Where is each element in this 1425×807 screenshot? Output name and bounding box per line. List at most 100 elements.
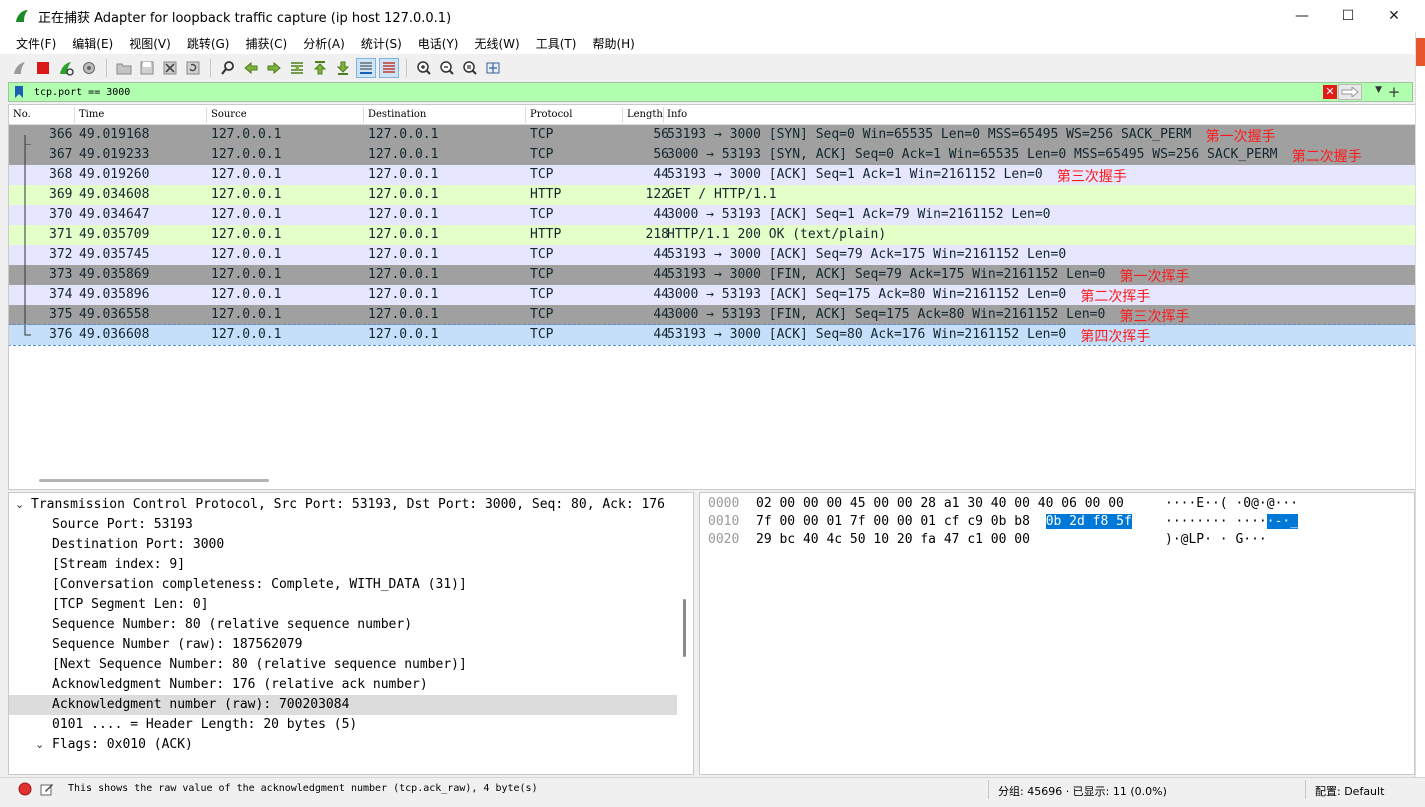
capture-options-icon[interactable]	[79, 58, 99, 78]
detail-line[interactable]: Sequence Number (raw): 187562079	[9, 635, 302, 655]
detail-line[interactable]: [TCP Segment Len: 0]	[9, 595, 209, 615]
packet-row[interactable]: 366 49.019168 127.0.0.1 127.0.0.1 TCP 56…	[9, 125, 1415, 146]
menu-help[interactable]: 帮助(H)	[592, 35, 634, 52]
packet-row[interactable]: 373 49.035869 127.0.0.1 127.0.0.1 TCP 44…	[9, 265, 1415, 285]
menu-analyze[interactable]: 分析(A)	[303, 35, 345, 52]
packet-row[interactable]: 376 49.036608 127.0.0.1 127.0.0.1 TCP 44…	[9, 324, 1415, 346]
detail-line[interactable]: Source Port: 53193	[9, 515, 193, 535]
packet-row[interactable]: 370 49.034647 127.0.0.1 127.0.0.1 TCP 44…	[9, 205, 1415, 225]
packet-details-tree[interactable]: ⌄ Transmission Control Protocol, Src Port…	[8, 492, 694, 775]
bookmark-icon[interactable]	[12, 84, 26, 100]
hex-offset[interactable]: 0000	[708, 496, 739, 511]
packet-bytes-pane[interactable]: 0000 02 00 00 00 45 00 00 28 a1 30 40 00 …	[699, 492, 1415, 775]
profile-status[interactable]: 配置: Default	[1315, 783, 1384, 799]
details-vertical-scrollbar[interactable]	[683, 599, 686, 657]
display-filter-input[interactable]: tcp.port == 3000	[34, 87, 130, 98]
restart-capture-icon[interactable]	[56, 58, 76, 78]
detail-line[interactable]: Destination Port: 3000	[9, 535, 224, 555]
detail-line[interactable]: [Next Sequence Number: 80 (relative sequ…	[9, 655, 467, 675]
add-filter-button[interactable]: +	[1386, 82, 1402, 102]
hex-bytes[interactable]: 29 bc 40 4c 50 10 20 fa 47 c1 00 00	[756, 532, 1030, 547]
packet-row[interactable]: 372 49.035745 127.0.0.1 127.0.0.1 TCP 44…	[9, 245, 1415, 265]
reload-file-icon[interactable]	[183, 58, 203, 78]
detail-line[interactable]: Flags: 0x010 (ACK)	[9, 735, 193, 755]
hex-offset[interactable]: 0010	[708, 514, 739, 529]
column-divider[interactable]	[622, 107, 623, 123]
start-capture-icon[interactable]	[10, 58, 30, 78]
go-to-packet-icon[interactable]	[287, 58, 307, 78]
close-file-icon[interactable]	[160, 58, 180, 78]
apply-filter-icon[interactable]	[1338, 84, 1362, 100]
normal-size-icon[interactable]	[460, 58, 480, 78]
go-forward-icon[interactable]	[264, 58, 284, 78]
menu-view[interactable]: 视图(V)	[129, 35, 171, 52]
find-packet-icon[interactable]	[218, 58, 238, 78]
column-header-destination[interactable]: Destination	[368, 109, 426, 120]
column-divider[interactable]	[363, 107, 364, 123]
first-packet-icon[interactable]	[310, 58, 330, 78]
detail-line[interactable]: Sequence Number: 80 (relative sequence n…	[9, 615, 412, 635]
menu-edit[interactable]: 编辑(E)	[72, 35, 113, 52]
column-divider[interactable]	[525, 107, 526, 123]
packet-row[interactable]: 369 49.034608 127.0.0.1 127.0.0.1 HTTP 1…	[9, 185, 1415, 205]
edit-comment-icon[interactable]	[40, 782, 54, 796]
menu-statistics[interactable]: 统计(S)	[361, 35, 402, 52]
zoom-in-icon[interactable]	[414, 58, 434, 78]
detail-line[interactable]: Transmission Control Protocol, Src Port:…	[9, 495, 665, 515]
column-header-length[interactable]: Length	[627, 109, 663, 120]
filter-history-chevron-down-icon[interactable]: ▼	[1375, 85, 1382, 95]
menu-file[interactable]: 文件(F)	[16, 35, 56, 52]
packet-list-horizontal-scrollbar[interactable]	[39, 479, 269, 482]
menu-wireless[interactable]: 无线(W)	[475, 35, 520, 52]
packet-row[interactable]: 368 49.019260 127.0.0.1 127.0.0.1 TCP 44…	[9, 165, 1415, 185]
close-button[interactable]: ✕	[1371, 0, 1417, 32]
colorize-icon[interactable]	[379, 58, 399, 78]
menu-telephony[interactable]: 电话(Y)	[418, 35, 459, 52]
go-back-icon[interactable]	[241, 58, 261, 78]
hex-ascii[interactable]: ····E··( ·0@·@···	[1165, 496, 1298, 511]
menu-tools[interactable]: 工具(T)	[536, 35, 577, 52]
packet-row[interactable]: 371 49.035709 127.0.0.1 127.0.0.1 HTTP 2…	[9, 225, 1415, 245]
hex-offset[interactable]: 0020	[708, 532, 739, 547]
last-packet-icon[interactable]	[333, 58, 353, 78]
hex-ascii[interactable]: )·@LP· · G···	[1165, 532, 1267, 547]
maximize-button[interactable]: ☐	[1325, 0, 1371, 32]
display-filter-bar[interactable]: tcp.port == 3000 ✕ ▼	[8, 82, 1413, 102]
detail-line[interactable]: Acknowledgment Number: 176 (relative ack…	[9, 675, 428, 695]
column-divider[interactable]	[206, 107, 207, 123]
column-divider[interactable]	[74, 107, 75, 123]
hex-bytes[interactable]: 7f 00 00 01 7f 00 00 01 cf c9 0b b8	[756, 514, 1030, 529]
hex-ascii[interactable]: ········ ····	[1165, 514, 1267, 529]
packet-time: 49.035896	[79, 287, 150, 302]
packet-row[interactable]: 375 49.036558 127.0.0.1 127.0.0.1 TCP 44…	[9, 305, 1415, 325]
minimize-button[interactable]: —	[1279, 0, 1325, 32]
stop-capture-icon[interactable]	[33, 58, 53, 78]
packet-row[interactable]: 374 49.035896 127.0.0.1 127.0.0.1 TCP 44…	[9, 285, 1415, 305]
menu-go[interactable]: 跳转(G)	[187, 35, 230, 52]
title-bar: 正在捕获 Adapter for loopback traffic captur…	[0, 0, 1425, 32]
packet-no: 367	[49, 147, 73, 162]
column-divider[interactable]	[663, 107, 664, 123]
detail-line[interactable]: Acknowledgment number (raw): 700203084	[9, 695, 677, 715]
column-header-info[interactable]: Info	[667, 109, 687, 120]
column-header-no[interactable]: No.	[13, 109, 31, 120]
column-header-protocol[interactable]: Protocol	[530, 109, 572, 120]
open-file-icon[interactable]	[114, 58, 134, 78]
detail-line[interactable]: [Conversation completeness: Complete, WI…	[9, 575, 467, 595]
expert-info-icon[interactable]	[18, 782, 32, 796]
hex-bytes[interactable]: 02 00 00 00 45 00 00 28 a1 30 40 00 40 0…	[756, 496, 1124, 511]
detail-line[interactable]: 0101 .... = Header Length: 20 bytes (5)	[9, 715, 357, 735]
clear-filter-icon[interactable]: ✕	[1323, 85, 1337, 99]
zoom-out-icon[interactable]	[437, 58, 457, 78]
column-header-time[interactable]: Time	[79, 109, 104, 120]
hex-bytes-selected[interactable]: 0b 2d f8 5f	[1045, 514, 1132, 529]
detail-line[interactable]: [Stream index: 9]	[9, 555, 185, 575]
save-file-icon[interactable]	[137, 58, 157, 78]
column-header-source[interactable]: Source	[211, 109, 247, 120]
packet-list[interactable]: No. Time Source Destination Protocol Len…	[8, 104, 1416, 490]
autoscroll-icon[interactable]	[356, 58, 376, 78]
menu-capture[interactable]: 捕获(C)	[245, 35, 287, 52]
packet-row[interactable]: 367 49.019233 127.0.0.1 127.0.0.1 TCP 56…	[9, 145, 1415, 165]
hex-ascii-selected[interactable]: ·-·_	[1266, 514, 1299, 529]
resize-columns-icon[interactable]	[483, 58, 503, 78]
